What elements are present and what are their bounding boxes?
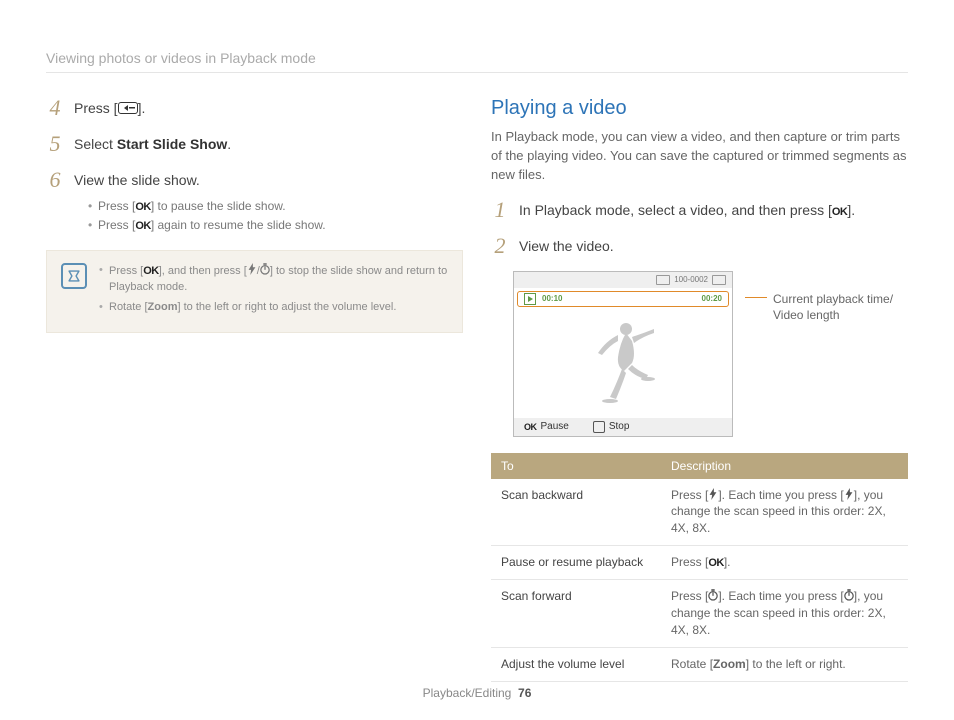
step-number: 4 — [46, 97, 64, 119]
step-text: Select Start Slide Show. — [74, 133, 231, 155]
play-icon — [524, 293, 536, 305]
frame-counter: 100-0002 — [674, 275, 708, 284]
step: 4 Press []. — [46, 97, 463, 119]
cell-desc: Press [OK]. — [661, 545, 908, 579]
step-number: 6 — [46, 169, 64, 191]
callout-line — [745, 297, 767, 298]
step-number: 2 — [491, 235, 509, 257]
note-item: Press [OK], and then press [/] to stop t… — [99, 263, 448, 296]
cell-desc: Rotate [Zoom] to the left or right. — [661, 647, 908, 681]
cell-desc: Press []. Each time you press [], you ch… — [661, 580, 908, 647]
cell-to: Adjust the volume level — [491, 647, 661, 681]
step: 2 View the video. — [491, 235, 908, 257]
note-icon — [61, 263, 87, 289]
step-number: 1 — [491, 199, 509, 221]
step-text: In Playback mode, select a video, and th… — [519, 199, 855, 221]
skater-silhouette — [588, 319, 658, 409]
cell-to: Pause or resume playback — [491, 545, 661, 579]
left-column: 4 Press []. 5 Select Start Slide Show. 6 View… — [46, 97, 463, 682]
controls-table: To Description Scan backwardPress []. Ea… — [491, 453, 908, 682]
th-desc: Description — [661, 453, 908, 479]
step: 5 Select Start Slide Show. — [46, 133, 463, 155]
table-row: Scan forwardPress []. Each time you pres… — [491, 580, 908, 647]
cell-desc: Press []. Each time you press [], you ch… — [661, 479, 908, 546]
cell-to: Scan backward — [491, 479, 661, 546]
table-row: Scan backwardPress []. Each time you pre… — [491, 479, 908, 546]
step: 6 View the slide show.Press [OK] to pause… — [46, 169, 463, 236]
table-row: Pause or resume playbackPress [OK]. — [491, 545, 908, 579]
section-intro: In Playback mode, you can view a video, … — [491, 128, 908, 185]
substep: Press [OK] to pause the slide show. — [88, 197, 326, 217]
return-icon — [118, 102, 138, 114]
battery-icon — [712, 275, 726, 285]
time-current: 00:10 — [542, 294, 562, 303]
step-text: View the slide show.Press [OK] to pause … — [74, 169, 326, 236]
right-column: Playing a video In Playback mode, you ca… — [491, 97, 908, 682]
playback-bar: 00:10 00:20 — [517, 291, 729, 307]
step: 1 In Playback mode, select a video, and t… — [491, 199, 908, 221]
video-frame: 100-0002 00:10 00:20 — [513, 271, 733, 437]
section-heading: Playing a video — [491, 97, 908, 120]
substep: Press [OK] again to resume the slide sho… — [88, 216, 326, 236]
time-total: 00:20 — [702, 294, 722, 303]
video-figure: 100-0002 00:10 00:20 — [513, 271, 908, 437]
note-box: Press [OK], and then press [/] to stop t… — [46, 250, 463, 333]
step-number: 5 — [46, 133, 64, 155]
table-row: Adjust the volume levelRotate [Zoom] to … — [491, 647, 908, 681]
stop-label: Stop — [593, 421, 630, 433]
step-text: Press []. — [74, 97, 145, 119]
callout-text: Current playback time/Video length — [773, 291, 893, 323]
status-icon — [656, 275, 670, 285]
step-text: View the video. — [519, 235, 614, 257]
pause-label: OK Pause — [524, 421, 569, 432]
breadcrumb: Viewing photos or videos in Playback mod… — [46, 50, 908, 73]
note-item: Rotate [Zoom] to the left or right to ad… — [99, 300, 448, 316]
th-to: To — [491, 453, 661, 479]
cell-to: Scan forward — [491, 580, 661, 647]
page-footer: Playback/Editing 76 — [0, 686, 954, 700]
